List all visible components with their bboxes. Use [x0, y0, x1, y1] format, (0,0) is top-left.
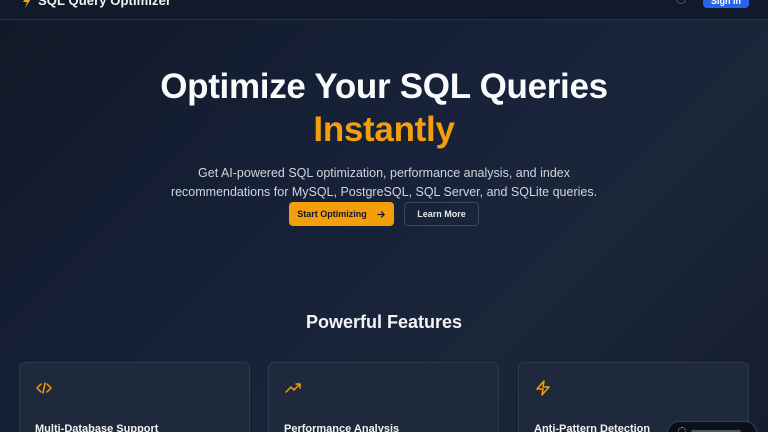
brand-name: SQL Query Optimizer: [38, 0, 172, 8]
loading-toast: [667, 421, 757, 432]
hero-subtitle: Get AI-powered SQL optimization, perform…: [170, 166, 598, 199]
theme-toggle-icon[interactable]: [676, 0, 686, 4]
trending-up-icon: [285, 383, 301, 393]
features-heading: Powerful Features: [305, 312, 463, 332]
lightning-icon: [23, 0, 30, 8]
cta-row: Start Optimizing Learn More: [0, 202, 768, 226]
feature-title: Anti-Pattern Detection: [534, 423, 651, 432]
feature-title: Performance Analysis: [284, 423, 400, 432]
learn-more-button[interactable]: Learn More: [404, 202, 479, 226]
brand[interactable]: SQL Query Optimizer: [22, 0, 171, 8]
lightning-icon: [536, 380, 550, 396]
start-optimizing-label: Start Optimizing: [297, 209, 367, 219]
top-nav: SQL Query Optimizer Sign In: [0, 0, 768, 20]
hero-title: Optimize Your SQL Queries: [160, 67, 608, 106]
feature-card-multi-database[interactable]: Multi-Database Support: [19, 362, 250, 432]
sign-in-button[interactable]: Sign In: [703, 0, 749, 8]
hero-title-highlight: Instantly: [313, 110, 455, 149]
arrow-right-icon: [377, 210, 385, 218]
feature-card-performance[interactable]: Performance Analysis: [268, 362, 499, 432]
feature-title: Multi-Database Support: [35, 423, 159, 432]
code-icon: [36, 382, 52, 394]
start-optimizing-button[interactable]: Start Optimizing: [289, 202, 394, 226]
spinner-icon: [678, 427, 686, 432]
hero-section: Optimize Your SQL Queries Instantly Get …: [0, 64, 768, 202]
